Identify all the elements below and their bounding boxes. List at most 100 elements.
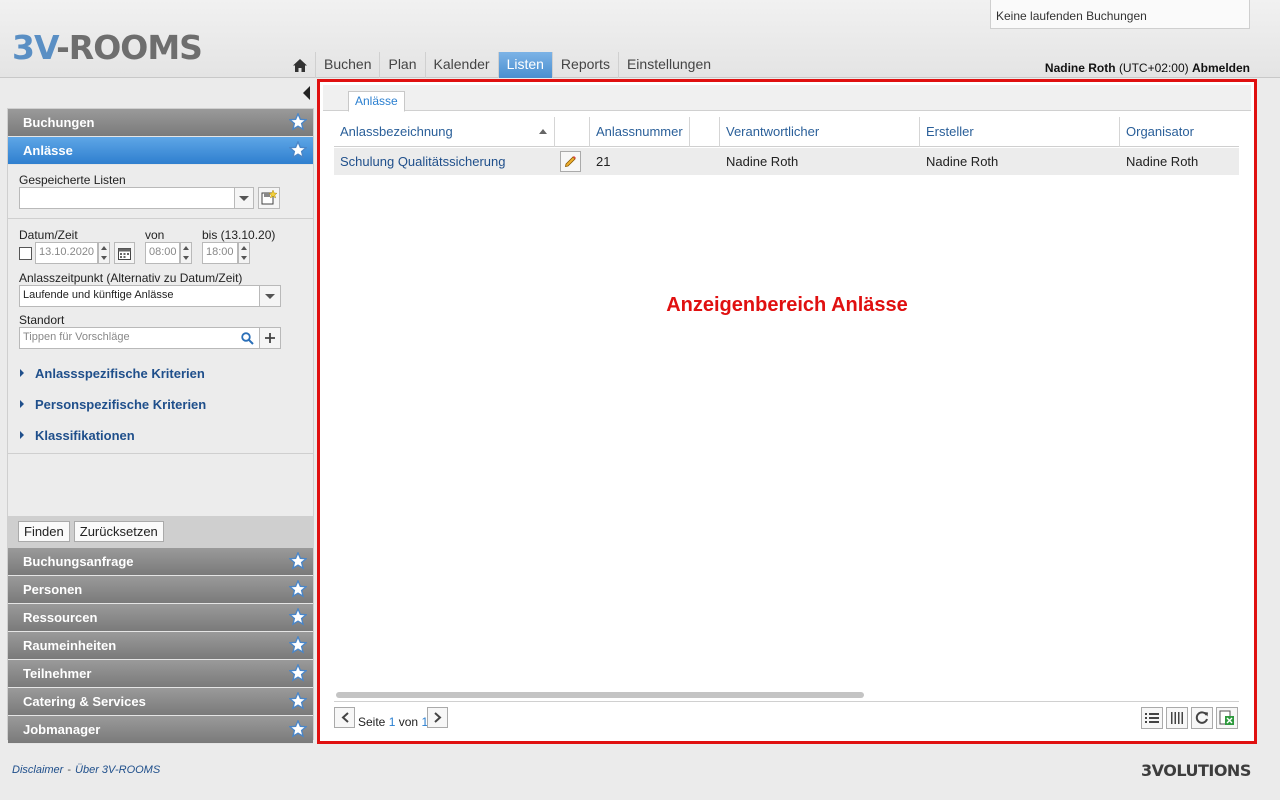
- favorite-star-icon[interactable]: [289, 636, 307, 654]
- find-button[interactable]: Finden: [18, 521, 70, 542]
- favorite-star-icon[interactable]: [289, 580, 307, 598]
- date-spinner[interactable]: [98, 242, 110, 264]
- date-time-checkbox[interactable]: [19, 247, 32, 260]
- refresh-button[interactable]: [1191, 707, 1213, 729]
- chevron-left-icon: [341, 712, 349, 723]
- favorite-star-icon[interactable]: [289, 720, 307, 738]
- columns-button[interactable]: [1166, 707, 1188, 729]
- from-label: von: [145, 228, 165, 242]
- user-name[interactable]: Nadine Roth: [1045, 61, 1116, 75]
- page-indicator: Seite 1 von 1: [358, 715, 429, 729]
- user-timezone: (UTC+02:00): [1118, 61, 1189, 75]
- list-icon: [1145, 713, 1159, 723]
- column-header-blank: [690, 117, 720, 147]
- sidebar-section-raumeinheiten[interactable]: Raumeinheiten: [8, 632, 313, 660]
- favorite-star-icon[interactable]: [289, 141, 307, 159]
- location-label: Standort: [19, 313, 65, 327]
- column-header-anlassbezeichnung[interactable]: Anlassbezeichnung: [334, 117, 555, 147]
- sort-ascending-icon: [539, 129, 547, 134]
- column-header-verantwortlicher[interactable]: Verantwortlicher: [720, 117, 920, 147]
- running-bookings-status: Keine laufenden Buchungen: [990, 0, 1250, 29]
- favorite-star-icon[interactable]: [289, 552, 307, 570]
- sidebar-section-ressourcen[interactable]: Ressourcen: [8, 604, 313, 632]
- favorite-star-icon[interactable]: [289, 113, 307, 131]
- search-icon[interactable]: [241, 332, 254, 345]
- location-input[interactable]: Tippen für Vorschläge: [19, 327, 260, 349]
- horizontal-scrollbar[interactable]: [336, 692, 864, 698]
- date-time-label: Datum/Zeit: [19, 228, 78, 242]
- refresh-icon: [1195, 711, 1208, 724]
- sidebar-section-personen[interactable]: Personen: [8, 576, 313, 604]
- pencil-icon: [564, 156, 576, 168]
- sidebar-section-buchungen[interactable]: Buchungen: [8, 109, 313, 137]
- saved-lists-dropdown-button[interactable]: [234, 187, 254, 209]
- nav-plan[interactable]: Plan: [379, 52, 424, 78]
- from-time-input[interactable]: 08:00: [145, 242, 180, 264]
- nav-buchen[interactable]: Buchen: [315, 52, 379, 78]
- add-location-button[interactable]: [259, 327, 281, 349]
- nav-einstellungen[interactable]: Einstellungen: [617, 52, 719, 78]
- tab-strip: Anlässe: [323, 85, 1251, 112]
- disclaimer-link[interactable]: Disclaimer: [12, 764, 63, 776]
- to-time-spinner[interactable]: [238, 242, 250, 264]
- sidebar-section-buchungsanfrage[interactable]: Buchungsanfrage: [8, 548, 313, 576]
- criteria-person-specific[interactable]: Personspezifische Kriterien: [20, 397, 206, 412]
- next-page-button[interactable]: [427, 707, 448, 728]
- display-area-annotation: Anzeigenbereich Anlässe: [666, 294, 908, 316]
- export-excel-icon: [1219, 710, 1234, 725]
- chevron-down-icon: [239, 195, 249, 201]
- current-page: 1: [388, 715, 396, 729]
- columns-icon: [1171, 712, 1183, 724]
- event-name-link[interactable]: Schulung Qualitätssicherung: [334, 148, 555, 175]
- main-nav: Buchen Plan Kalender Listen Reports Eins…: [284, 52, 719, 78]
- saved-lists-select[interactable]: [19, 187, 235, 209]
- caret-right-icon: [20, 431, 24, 439]
- event-time-dropdown-button[interactable]: [259, 285, 281, 307]
- column-header-anlassnummer[interactable]: Anlassnummer: [590, 117, 690, 147]
- tab-anlaesse[interactable]: Anlässe: [348, 91, 405, 112]
- app-logo[interactable]: 3V-ROOMS: [12, 28, 203, 68]
- from-time-spinner[interactable]: [180, 242, 192, 264]
- nav-home[interactable]: [284, 52, 315, 78]
- chevron-right-icon: [433, 712, 441, 723]
- user-info: Nadine Roth (UTC+02:00) Abmelden: [1045, 61, 1250, 75]
- pager-bar: Seite 1 von 1: [334, 701, 1239, 734]
- table-row[interactable]: Schulung Qualitätssicherung 21 Nadine Ro…: [334, 148, 1239, 175]
- logout-link[interactable]: Abmelden: [1192, 61, 1250, 75]
- save-list-button[interactable]: [258, 187, 280, 209]
- calendar-button[interactable]: [114, 242, 135, 264]
- sidebar-section-anlaesse[interactable]: Anlässe: [8, 137, 313, 165]
- sidebar-section-jobmanager[interactable]: Jobmanager: [8, 716, 313, 744]
- column-header-actions: [555, 117, 590, 147]
- event-time-select[interactable]: Laufende und künftige Anlässe: [19, 285, 260, 307]
- event-creator: Nadine Roth: [926, 154, 999, 169]
- collapse-sidebar-icon[interactable]: [303, 86, 310, 100]
- criteria-classifications[interactable]: Klassifikationen: [20, 428, 135, 443]
- favorite-star-icon[interactable]: [289, 608, 307, 626]
- grid-header: Anlassbezeichnung Anlassnummer Verantwor…: [334, 117, 1239, 147]
- favorite-star-icon[interactable]: [289, 664, 307, 682]
- list-view-button[interactable]: [1141, 707, 1163, 729]
- export-button[interactable]: [1216, 707, 1238, 729]
- about-link[interactable]: Über 3V-ROOMS: [75, 764, 160, 776]
- saved-lists-label: Gespeicherte Listen: [19, 173, 126, 187]
- to-time-input[interactable]: 18:00: [202, 242, 238, 264]
- filter-button-bar: Finden Zurücksetzen: [8, 516, 313, 548]
- criteria-event-specific[interactable]: Anlassspezifische Kriterien: [20, 366, 205, 381]
- sidebar: Buchungen Anlässe Gespeicherte Listen Da…: [7, 108, 314, 744]
- sidebar-section-teilnehmer[interactable]: Teilnehmer: [8, 660, 313, 688]
- column-header-ersteller[interactable]: Ersteller: [920, 117, 1120, 147]
- nav-listen[interactable]: Listen: [497, 52, 552, 78]
- favorite-star-icon[interactable]: [289, 692, 307, 710]
- footer-links: Disclaimer - Über 3V-ROOMS: [12, 764, 161, 776]
- date-input[interactable]: 13.10.2020: [35, 242, 98, 264]
- previous-page-button[interactable]: [334, 707, 355, 728]
- top-bar: 3V-ROOMS Keine laufenden Buchungen Buche…: [0, 0, 1280, 78]
- nav-reports[interactable]: Reports: [551, 52, 618, 78]
- edit-button[interactable]: [560, 151, 581, 172]
- sidebar-section-catering[interactable]: Catering & Services: [8, 688, 313, 716]
- column-header-organisator[interactable]: Organisator: [1120, 117, 1239, 147]
- main-content-area: Anlässe Anlassbezeichnung Anlassnummer V…: [317, 79, 1257, 744]
- reset-button[interactable]: Zurücksetzen: [73, 521, 164, 542]
- nav-kalender[interactable]: Kalender: [424, 52, 498, 78]
